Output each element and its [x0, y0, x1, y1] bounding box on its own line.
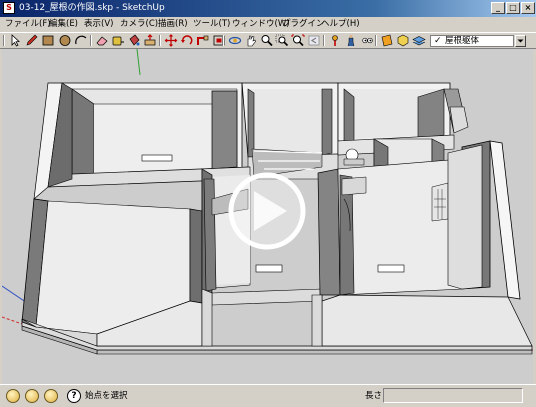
paint-bucket-icon[interactable]	[127, 34, 141, 47]
look-around-icon[interactable]	[360, 34, 374, 47]
help-icon[interactable]: ?	[67, 389, 81, 403]
move-icon[interactable]	[164, 34, 178, 47]
user-account-icon[interactable]	[44, 389, 58, 403]
credits-icon[interactable]	[25, 389, 39, 403]
section-plane-icon[interactable]	[380, 34, 394, 47]
menu-window[interactable]: ウィンドウ(W)	[232, 18, 290, 31]
status-hint-text: 始点を選択	[85, 391, 128, 401]
zoom-window-icon[interactable]	[275, 34, 289, 47]
zoom-icon[interactable]	[260, 34, 274, 47]
circle-icon[interactable]	[58, 34, 72, 47]
menu-edit[interactable]: 編集(E)	[49, 18, 78, 31]
sketchup-app-icon[interactable]: S	[3, 2, 15, 14]
menu-plugins[interactable]: プラグイン	[282, 18, 325, 31]
arc-icon[interactable]	[74, 34, 88, 47]
scene-dropdown[interactable]: ✓ 屋根躯体	[430, 35, 514, 47]
length-label: 長さ	[365, 391, 383, 401]
toolbar-separator	[90, 35, 92, 46]
tape-measure-icon[interactable]	[111, 34, 125, 47]
walk-icon[interactable]	[344, 34, 358, 47]
window-title: 03-12_屋根の作図.skp - SketchUp	[19, 3, 165, 13]
menu-bar: ファイル(F) 編集(E) 表示(V) カメラ(C) 描画(R) ツール(T) …	[0, 17, 536, 32]
toolbar: ✓ 屋根躯体	[0, 32, 536, 49]
minimize-button[interactable]: _	[491, 2, 505, 14]
previous-view-icon[interactable]	[307, 34, 321, 47]
rotate-icon[interactable]	[180, 34, 194, 47]
push-pull-icon[interactable]	[143, 34, 157, 47]
title-bar: S 03-12_屋根の作図.skp - SketchUp _ □ ×	[0, 0, 536, 17]
floor-plan-model	[2, 49, 533, 384]
scene-dropdown-arrow[interactable]	[515, 35, 526, 47]
close-button[interactable]: ×	[521, 2, 535, 14]
status-bar: ? 始点を選択 長さ	[0, 384, 536, 407]
toolbar-separator	[323, 35, 325, 46]
menu-help[interactable]: ヘルプ(H)	[321, 18, 360, 31]
toolbar-grip[interactable]	[3, 35, 5, 46]
maximize-button[interactable]: □	[506, 2, 520, 14]
menu-tools[interactable]: ツール(T)	[193, 18, 230, 31]
scene-check-icon: ✓	[434, 36, 442, 46]
toolbar-separator	[375, 35, 377, 46]
model-viewport[interactable]	[2, 49, 533, 384]
pan-icon[interactable]	[244, 34, 258, 47]
select-arrow-icon[interactable]	[8, 34, 22, 47]
play-overlay[interactable]	[228, 172, 306, 250]
components-icon[interactable]	[396, 34, 410, 47]
menu-view[interactable]: 表示(V)	[84, 18, 113, 31]
zoom-extents-icon[interactable]	[291, 34, 305, 47]
menu-camera[interactable]: カメラ(C)	[120, 18, 158, 31]
rectangle-icon[interactable]	[41, 34, 55, 47]
menu-file[interactable]: ファイル(F)	[5, 18, 51, 31]
toolbar-separator	[159, 35, 161, 46]
length-input[interactable]	[383, 388, 523, 403]
eraser-icon[interactable]	[95, 34, 109, 47]
orbit-icon[interactable]	[228, 34, 242, 47]
geo-location-icon[interactable]	[6, 389, 20, 403]
layers-icon[interactable]	[412, 34, 426, 47]
toolbar-separator	[222, 35, 224, 46]
scene-dropdown-value: 屋根躯体	[445, 36, 480, 46]
pencil-icon[interactable]	[25, 34, 39, 47]
menu-draw[interactable]: 描画(R)	[158, 18, 188, 31]
chevron-down-icon	[517, 39, 524, 43]
follow-me-icon[interactable]	[196, 34, 210, 47]
position-camera-icon[interactable]	[328, 34, 342, 47]
